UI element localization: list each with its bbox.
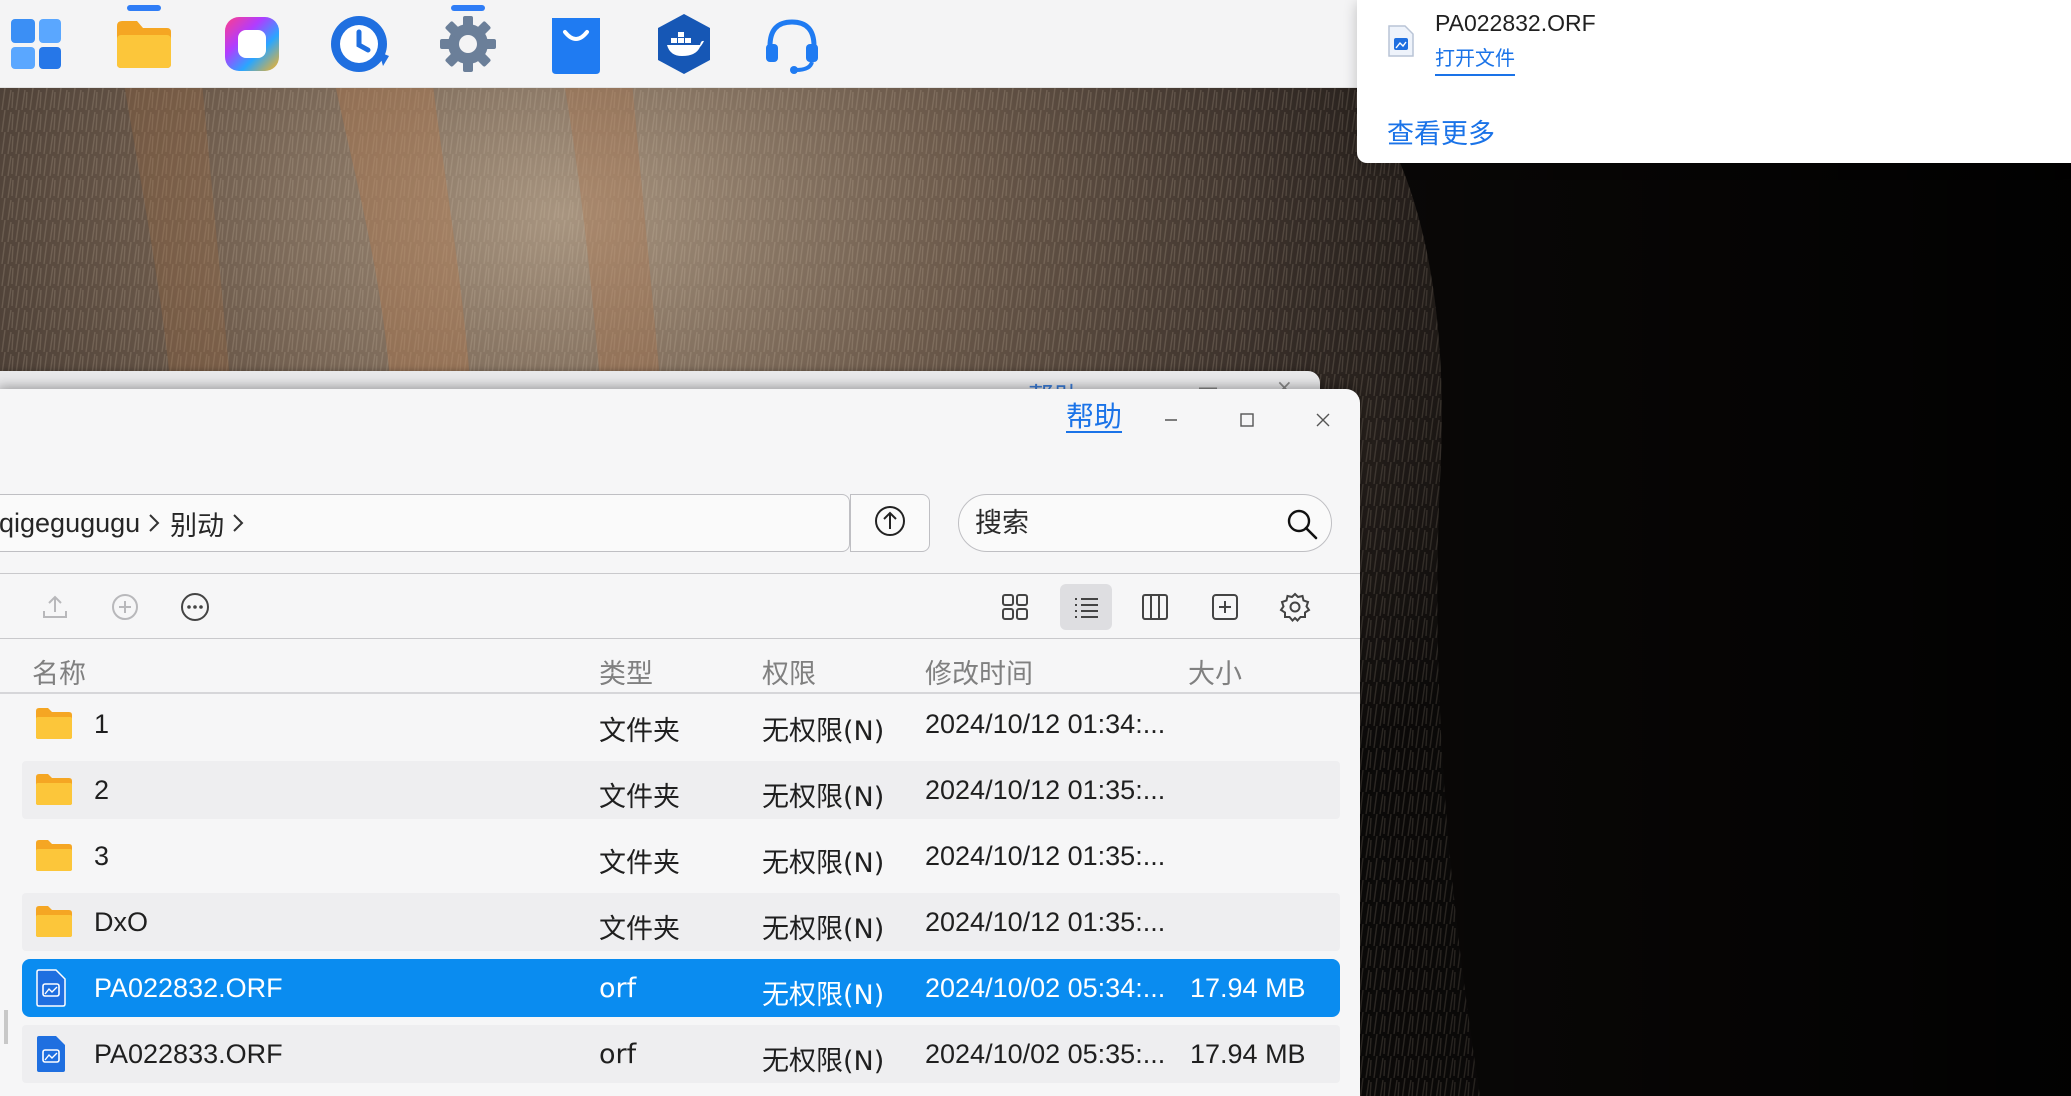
file-row[interactable]: 2 文件夹 无权限(N) 2024/10/12 01:35:... (22, 761, 1340, 819)
file-type: orf (599, 973, 637, 1004)
file-name: PA022832.ORF (94, 973, 283, 1003)
more-icon[interactable] (172, 584, 218, 630)
file-type: 文件夹 (599, 914, 680, 945)
folder-icon (34, 705, 74, 748)
minimize-icon[interactable] (1156, 405, 1186, 435)
column-header-type[interactable]: 类型 (599, 652, 653, 691)
image-file-icon (1387, 24, 1415, 62)
top-dock (0, 0, 1360, 88)
file-type: 文件夹 (599, 848, 680, 879)
arrow-up-circle-icon (873, 504, 907, 542)
app-store-bag-icon[interactable] (540, 8, 612, 80)
list-view-icon[interactable] (1060, 584, 1112, 630)
folder-icon (34, 837, 74, 880)
file-size: 17.94 MB (1190, 1039, 1306, 1069)
docker-icon[interactable] (648, 8, 720, 80)
file-row[interactable]: DxO 文件夹 无权限(N) 2024/10/12 01:35:... (22, 893, 1340, 951)
file-type: 文件夹 (599, 782, 680, 813)
column-header-modified[interactable]: 修改时间 (925, 652, 1033, 691)
backup-clock-icon[interactable] (323, 8, 395, 80)
file-manager-window: 帮助 qigegugugu 别动 搜索 名称 类型 权限 修改时间 大小 1 文… (0, 389, 1360, 1096)
photos-app-icon[interactable] (216, 8, 288, 80)
settings-gear-icon[interactable] (432, 8, 504, 80)
search-input[interactable] (975, 507, 1275, 539)
file-row-selected[interactable]: PA022832.ORF orf 无权限(N) 2024/10/02 05:34… (22, 959, 1340, 1017)
folder-icon (34, 771, 74, 814)
open-file-link[interactable]: 打开文件 (1435, 42, 1515, 76)
file-toolbar (0, 573, 1360, 639)
search-box[interactable] (958, 494, 1332, 552)
file-modified: 2024/10/02 05:35:... (925, 1039, 1166, 1069)
file-name: 2 (94, 775, 110, 805)
file-permission: 无权限(N) (762, 914, 885, 945)
file-type: orf (599, 1039, 637, 1070)
file-type: 文件夹 (599, 716, 680, 747)
file-modified: 2024/10/02 05:34:... (925, 973, 1166, 1003)
file-permission: 无权限(N) (762, 782, 885, 813)
path-breadcrumb[interactable]: qigegugugu 别动 (0, 494, 850, 552)
image-file-icon (34, 969, 68, 1014)
file-permission: 无权限(N) (762, 848, 885, 879)
column-header-size[interactable]: 大小 (1188, 652, 1242, 691)
file-name: 3 (94, 841, 110, 871)
add-panel-icon[interactable] (1202, 584, 1248, 630)
view-more-link[interactable]: 查看更多 (1387, 112, 1495, 151)
file-size: 17.94 MB (1190, 973, 1306, 1003)
file-manager-folder-icon[interactable] (108, 8, 180, 80)
parent-folder-button[interactable] (850, 494, 930, 552)
help-link[interactable]: 帮助 (1066, 395, 1122, 435)
image-file-icon (34, 1035, 68, 1080)
new-icon[interactable] (102, 584, 148, 630)
close-icon[interactable] (1308, 405, 1338, 435)
chevron-right-icon (148, 512, 160, 534)
maximize-icon[interactable] (1232, 405, 1262, 435)
sidebar-resize-handle[interactable] (4, 1010, 8, 1044)
file-modified: 2024/10/12 01:35:... (925, 907, 1166, 937)
file-modified: 2024/10/12 01:35:... (925, 841, 1166, 871)
column-view-icon[interactable] (1132, 584, 1178, 630)
file-row[interactable]: 1 文件夹 无权限(N) 2024/10/12 01:34:... (22, 695, 1340, 753)
support-headset-icon[interactable] (756, 8, 828, 80)
chevron-right-icon (232, 512, 244, 534)
download-notification: PA022832.ORF 打开文件 查看更多 (1357, 0, 2071, 163)
column-header-permission[interactable]: 权限 (762, 652, 816, 691)
file-modified: 2024/10/12 01:35:... (925, 775, 1166, 805)
file-name: PA022833.ORF (94, 1039, 283, 1069)
upload-icon[interactable] (32, 584, 78, 630)
file-name: DxO (94, 907, 148, 937)
column-header-name[interactable]: 名称 (32, 652, 86, 691)
file-row[interactable]: 3 文件夹 无权限(N) 2024/10/12 01:35:... (22, 827, 1340, 885)
folder-icon (34, 903, 74, 946)
notification-file-name: PA022832.ORF (1435, 10, 1596, 36)
breadcrumb-item[interactable]: 别动 (168, 504, 224, 543)
file-modified: 2024/10/12 01:34:... (925, 709, 1166, 739)
search-icon[interactable] (1285, 507, 1319, 545)
file-name: 1 (94, 709, 110, 739)
breadcrumb-item[interactable]: qigegugugu (0, 508, 140, 539)
view-settings-icon[interactable] (1272, 584, 1318, 630)
file-permission: 无权限(N) (762, 980, 885, 1011)
file-permission: 无权限(N) (762, 716, 885, 747)
launcher-grid-icon[interactable] (0, 8, 72, 80)
file-permission: 无权限(N) (762, 1046, 885, 1077)
file-row[interactable]: PA022833.ORF orf 无权限(N) 2024/10/02 05:35… (22, 1025, 1340, 1083)
grid-view-icon[interactable] (992, 584, 1038, 630)
column-header-row: 名称 类型 权限 修改时间 大小 (0, 639, 1360, 694)
